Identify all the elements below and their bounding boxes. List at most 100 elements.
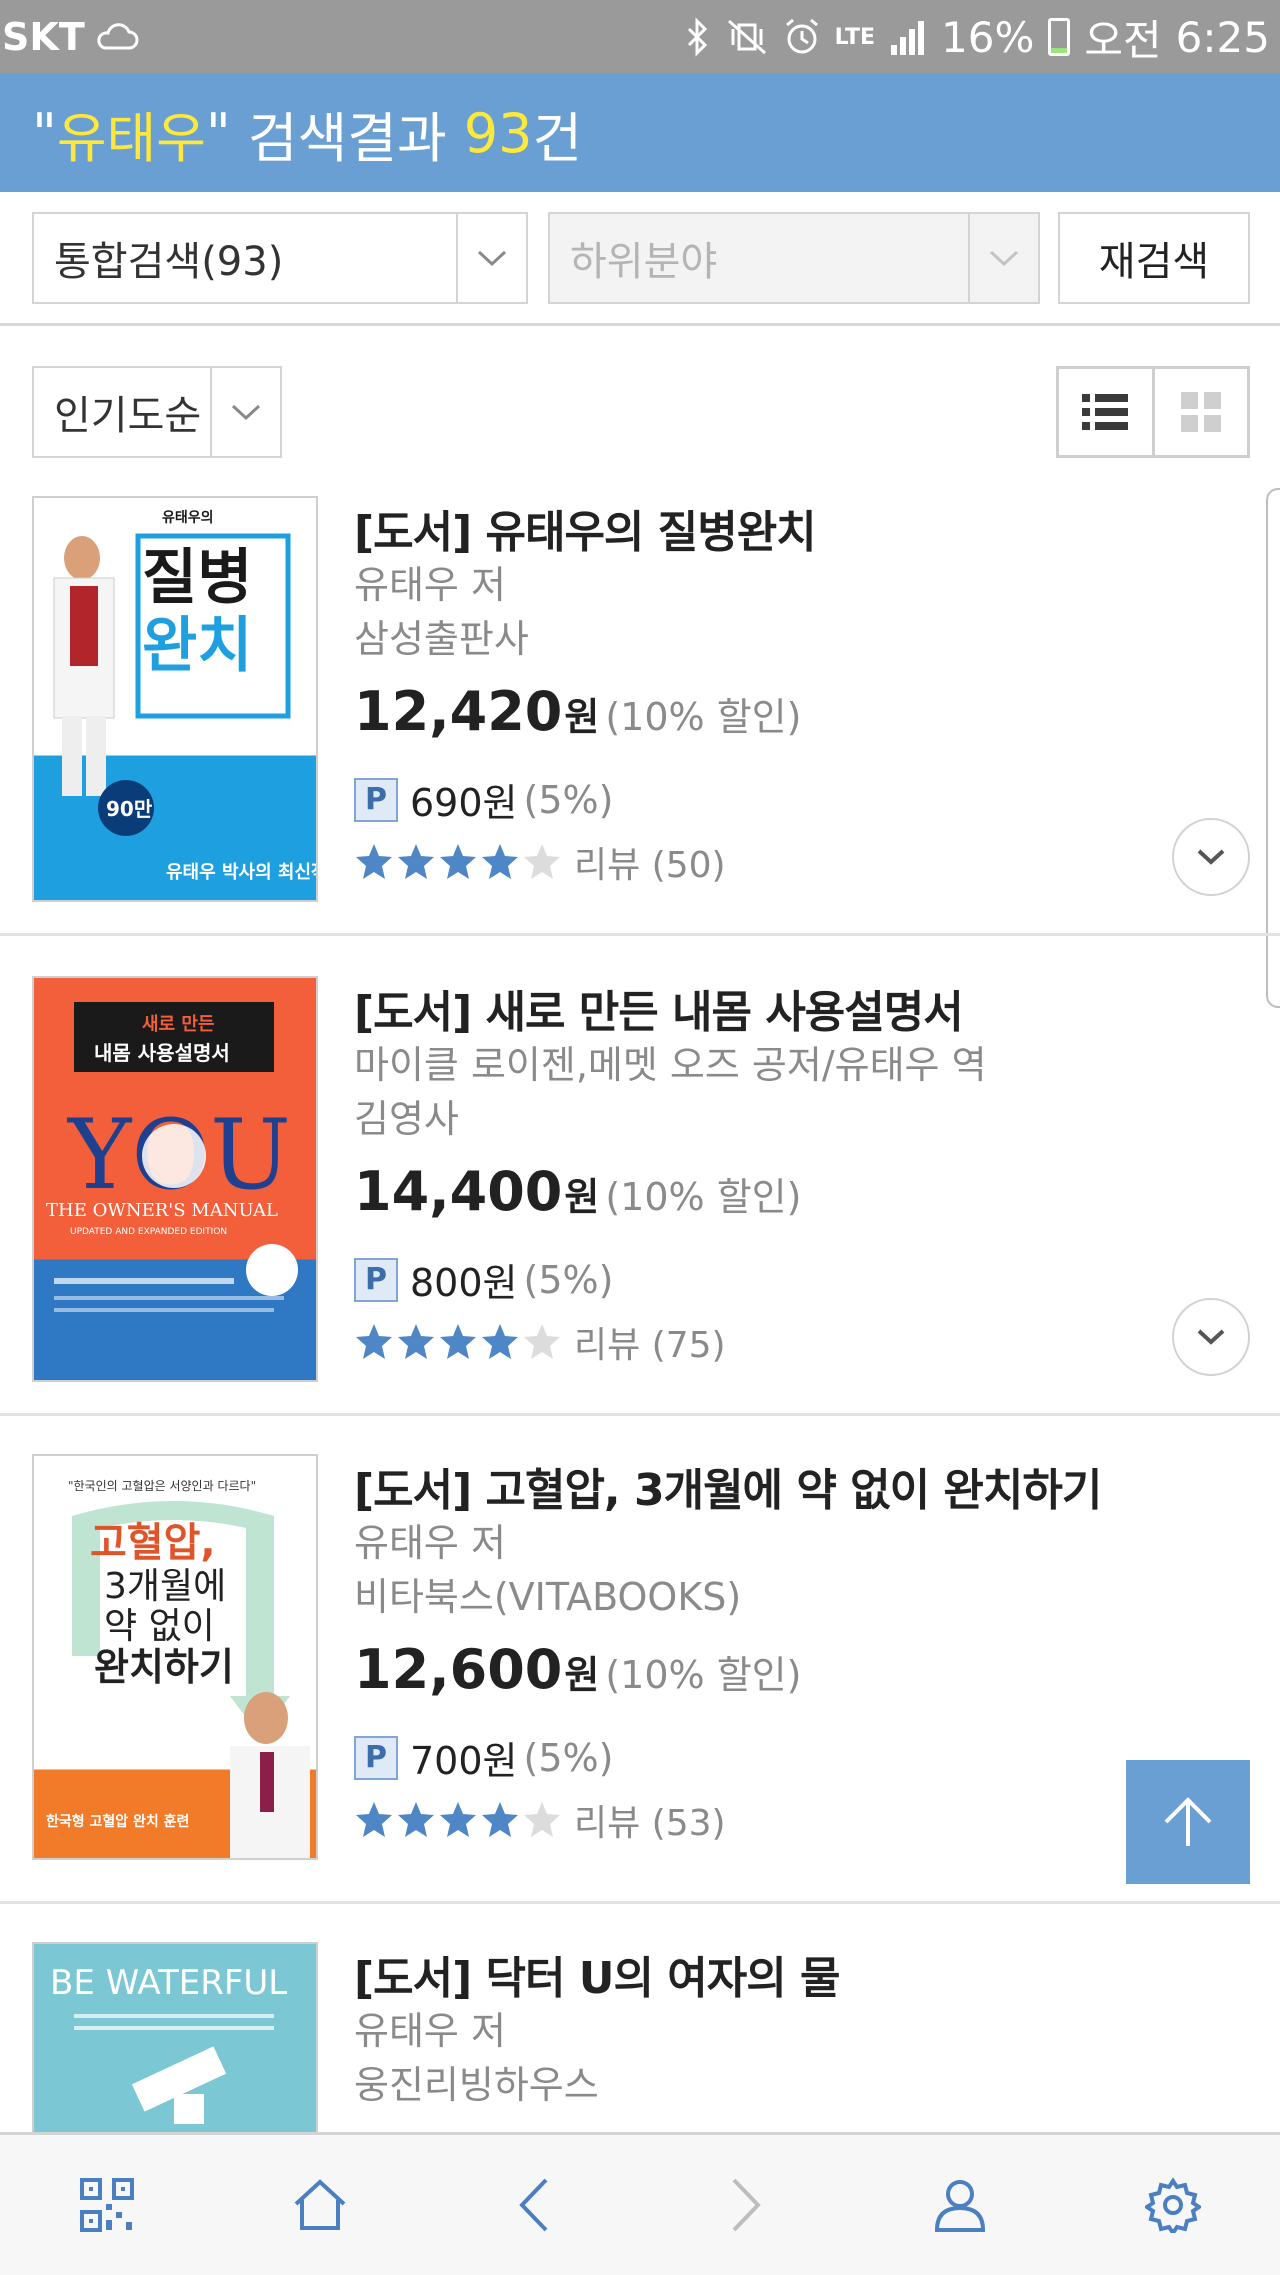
research-button[interactable]: 재검색 <box>1058 212 1250 304</box>
forward-button[interactable] <box>687 2145 807 2265</box>
book-publisher: 웅진리빙하우스 <box>354 2063 599 2107</box>
home-icon <box>294 2179 346 2230</box>
my-page-button[interactable] <box>900 2145 1020 2265</box>
price-unit: 원 <box>564 695 600 739</box>
expand-button[interactable] <box>1172 818 1250 896</box>
rating: 리뷰 (50) <box>354 836 726 888</box>
forward-icon <box>732 2178 761 2232</box>
star-filled-icon <box>356 1802 392 1837</box>
quote-close: " <box>205 101 231 165</box>
price-value: 12,600 <box>354 1638 563 1701</box>
subcategory-select[interactable]: 하위분야 <box>548 212 1040 304</box>
points-icon: P <box>354 777 398 822</box>
alarm-icon <box>783 17 821 57</box>
svg-text:고혈압,: 고혈압, <box>90 1520 216 1566</box>
review-count[interactable]: 리뷰 (50) <box>574 836 726 888</box>
header-suffix: 건 <box>532 106 583 170</box>
grid-view-button[interactable] <box>1151 369 1248 455</box>
star-filled-icon <box>482 844 518 879</box>
book-author: 마이클 로이젠,메멧 오즈 공저/유태우 역 <box>354 1043 987 1087</box>
svg-text:유태우의: 유태우의 <box>162 509 214 526</box>
cloud-icon <box>95 22 139 52</box>
category-select-value: 통합검색(93) <box>54 239 284 285</box>
price-unit: 원 <box>564 1653 600 1697</box>
quote-open: " <box>32 101 57 165</box>
network-type-label: LTE <box>834 24 876 50</box>
svg-text:THE OWNER'S MANUAL: THE OWNER'S MANUAL <box>46 1200 278 1221</box>
settings-icon <box>1145 2177 1202 2233</box>
search-result-header: " 유태우 " 검색결과 93 건 <box>0 74 1280 192</box>
bottom-nav <box>0 2132 1280 2275</box>
svg-text:BE WATERFUL: BE WATERFUL <box>50 1963 287 2003</box>
chevron-down-icon <box>1197 849 1225 865</box>
battery-icon <box>1048 18 1071 56</box>
expand-button[interactable] <box>1172 1298 1250 1376</box>
points-value: 800원 <box>410 1261 518 1305</box>
ampm-label: 오전 <box>1084 15 1162 65</box>
header-middle-text: 검색결과 <box>230 106 464 170</box>
book-title[interactable]: [도서] 닥터 U의 여자의 물 <box>354 1942 841 2006</box>
points-rate: (5%) <box>523 1735 614 1780</box>
back-button[interactable] <box>473 2145 593 2265</box>
clock: 6:25 <box>1175 12 1270 62</box>
star-filled-icon <box>398 1802 434 1837</box>
star-filled-icon <box>440 844 476 879</box>
reward-points: P 700원 (5%) <box>354 1730 613 1785</box>
settings-button[interactable] <box>1113 2145 1233 2265</box>
book-title[interactable]: [도서] 고혈압, 3개월에 약 없이 완치하기 <box>354 1454 1102 1518</box>
view-toggle <box>1056 366 1250 458</box>
result-count: 93 <box>463 101 533 165</box>
carrier-label: SKT <box>2 15 85 59</box>
book-cover[interactable]: "한국인의 고혈압은 서양인과 다르다" 고혈압, 3개월에 약 없이 완치하기… <box>32 1454 318 1860</box>
svg-text:완치하기: 완치하기 <box>94 1645 234 1689</box>
chevron-down-icon <box>210 368 280 456</box>
star-rating <box>354 842 562 882</box>
book-cover[interactable]: 유태우 박사의 최신작! 90만 유태우의 질병 완치 <box>32 496 318 902</box>
book-title[interactable]: [도서] 새로 만든 내몸 사용설명서 <box>354 976 964 1040</box>
grid-view-icon <box>1180 392 1221 432</box>
list-item[interactable]: 유태우 박사의 최신작! 90만 유태우의 질병 완치 [도서] 유태우의 질병… <box>0 496 1280 936</box>
home-button[interactable] <box>260 2145 380 2265</box>
list-item[interactable]: "한국인의 고혈압은 서양인과 다르다" 고혈압, 3개월에 약 없이 완치하기… <box>0 1454 1280 1904</box>
qr-code-button[interactable] <box>47 2145 167 2265</box>
filter-bar: 통합검색(93) 하위분야 재검색 <box>0 192 1280 326</box>
star-filled-icon <box>482 1324 518 1359</box>
svg-text:3개월에: 3개월에 <box>104 1566 226 1607</box>
sort-select[interactable]: 인기도순 <box>32 366 282 458</box>
chevron-down-icon <box>456 214 526 302</box>
cover-illustration: "한국인의 고혈압은 서양인과 다르다" 고혈압, 3개월에 약 없이 완치하기… <box>46 1479 310 1858</box>
sort-select-value: 인기도순 <box>54 393 202 439</box>
qr-code-icon <box>79 2178 134 2232</box>
vibrate-mute-icon <box>725 17 769 57</box>
book-publisher: 김영사 <box>354 1097 459 1141</box>
list-item[interactable]: BE WATERFUL [도서] 닥터 U의 여자의 물 유태우 저 웅진리빙하… <box>0 1942 1280 2275</box>
svg-text:내몸 사용설명서: 내몸 사용설명서 <box>94 1041 230 1065</box>
book-price: 14,400 원 (10% 할인) <box>354 1160 801 1223</box>
list-item[interactable]: 새로 만든 내몸 사용설명서 YOU THE OWNER'S MANUAL UP… <box>0 976 1280 1416</box>
points-rate: (5%) <box>523 777 614 822</box>
points-rate: (5%) <box>523 1257 614 1302</box>
review-count[interactable]: 리뷰 (75) <box>574 1316 726 1368</box>
svg-text:유태우 박사의 최신작!: 유태우 박사의 최신작! <box>166 862 316 883</box>
chevron-down-icon <box>1197 1329 1225 1345</box>
points-value: 690원 <box>410 781 518 825</box>
back-icon <box>519 2178 548 2232</box>
page: SKT LTE 16% 오전 6:25 " 유태우 " 검색결과 93 건 통합… <box>0 0 1280 2275</box>
book-author: 유태우 저 <box>354 1521 506 1565</box>
rating: 리뷰 (75) <box>354 1316 726 1368</box>
svg-text:약 없이: 약 없이 <box>104 1606 215 1647</box>
star-filled-icon <box>398 844 434 879</box>
signal-icon <box>889 19 927 55</box>
rating: 리뷰 (53) <box>354 1794 726 1846</box>
book-cover[interactable]: 새로 만든 내몸 사용설명서 YOU THE OWNER'S MANUAL UP… <box>32 976 318 1382</box>
book-title[interactable]: [도서] 유태우의 질병완치 <box>354 496 817 560</box>
list-view-button[interactable] <box>1059 369 1152 455</box>
review-count[interactable]: 리뷰 (53) <box>574 1794 726 1846</box>
discount-rate: (10% 할인) <box>605 695 802 739</box>
svg-text:한국형 고혈압 완치 훈련: 한국형 고혈압 완치 훈련 <box>46 1813 189 1830</box>
star-filled-icon <box>440 1802 476 1837</box>
scroll-to-top-button[interactable] <box>1126 1760 1250 1884</box>
category-select[interactable]: 통합검색(93) <box>32 212 528 304</box>
star-filled-icon <box>482 1802 518 1837</box>
star-filled-icon <box>356 844 392 879</box>
